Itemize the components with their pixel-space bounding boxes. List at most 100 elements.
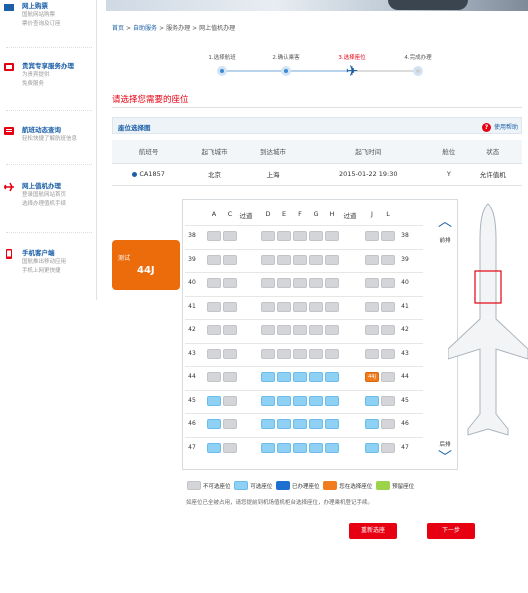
seat[interactable] bbox=[207, 442, 221, 453]
seat[interactable] bbox=[381, 301, 395, 312]
seat[interactable] bbox=[261, 278, 275, 288]
seat[interactable] bbox=[309, 372, 323, 382]
sidebar-item-buy-ticket[interactable]: 网上购票 国航网站购票 票价查询及订座 bbox=[0, 0, 96, 50]
seat[interactable] bbox=[277, 395, 291, 406]
seat[interactable] bbox=[309, 278, 323, 288]
seat[interactable] bbox=[365, 301, 379, 312]
seat[interactable] bbox=[223, 372, 237, 382]
seat[interactable] bbox=[207, 395, 221, 406]
seat[interactable] bbox=[261, 301, 275, 312]
seat[interactable] bbox=[365, 348, 379, 359]
seat[interactable] bbox=[261, 325, 275, 335]
seat[interactable] bbox=[381, 442, 395, 453]
seat[interactable] bbox=[325, 395, 339, 406]
seat[interactable] bbox=[293, 278, 307, 288]
seat[interactable] bbox=[309, 419, 323, 429]
seat[interactable] bbox=[325, 254, 339, 265]
seat[interactable] bbox=[277, 348, 291, 359]
seat[interactable] bbox=[293, 254, 307, 265]
seat[interactable] bbox=[293, 231, 307, 241]
breadcrumb-home-link[interactable]: 首页 bbox=[112, 25, 124, 32]
reset-seat-button[interactable]: 重新选座 bbox=[349, 523, 397, 539]
seat[interactable] bbox=[381, 278, 395, 288]
seat[interactable] bbox=[325, 301, 339, 312]
seat[interactable] bbox=[293, 325, 307, 335]
seat[interactable] bbox=[381, 372, 395, 382]
seat[interactable] bbox=[293, 395, 307, 406]
radio-selected[interactable] bbox=[132, 171, 138, 177]
seat[interactable] bbox=[381, 254, 395, 265]
seat[interactable] bbox=[207, 348, 221, 359]
seat[interactable] bbox=[309, 325, 323, 335]
seat[interactable] bbox=[293, 419, 307, 429]
seat[interactable] bbox=[261, 348, 275, 359]
seat[interactable] bbox=[293, 372, 307, 382]
seat[interactable] bbox=[381, 419, 395, 429]
seat[interactable] bbox=[381, 231, 395, 241]
seat[interactable] bbox=[207, 325, 221, 335]
seat[interactable] bbox=[381, 395, 395, 406]
seat[interactable] bbox=[365, 278, 379, 288]
seat[interactable] bbox=[293, 348, 307, 359]
seat[interactable] bbox=[223, 301, 237, 312]
seat[interactable] bbox=[309, 442, 323, 453]
seat[interactable] bbox=[293, 301, 307, 312]
seat[interactable] bbox=[365, 395, 379, 406]
table-row[interactable]: CA1857 北京 上海 2015-01-22 19:30 Y 允许值机 bbox=[112, 163, 522, 186]
seat[interactable] bbox=[365, 254, 379, 265]
help-link[interactable]: ? 使用帮助 bbox=[481, 122, 518, 132]
seat[interactable] bbox=[207, 254, 221, 265]
seat[interactable] bbox=[223, 442, 237, 453]
seat[interactable] bbox=[223, 231, 237, 241]
seat[interactable] bbox=[261, 395, 275, 406]
seat[interactable] bbox=[277, 372, 291, 382]
seat[interactable] bbox=[325, 231, 339, 241]
seat[interactable] bbox=[309, 254, 323, 265]
seat[interactable] bbox=[223, 419, 237, 429]
seat[interactable] bbox=[325, 325, 339, 335]
seat[interactable] bbox=[309, 231, 323, 241]
seat[interactable] bbox=[325, 442, 339, 453]
seat[interactable] bbox=[309, 301, 323, 312]
seat[interactable] bbox=[277, 325, 291, 335]
seat[interactable] bbox=[325, 372, 339, 382]
seat[interactable] bbox=[223, 348, 237, 359]
seat[interactable] bbox=[277, 254, 291, 265]
seat[interactable] bbox=[277, 301, 291, 312]
sidebar-item-online-checkin[interactable]: 网上值机办理 登录国航网站首页 选择办理值机手续 bbox=[0, 180, 96, 230]
seat[interactable] bbox=[365, 419, 379, 429]
seat[interactable] bbox=[293, 442, 307, 453]
seat[interactable]: 44J bbox=[365, 372, 379, 382]
seat[interactable] bbox=[277, 231, 291, 241]
seat[interactable] bbox=[381, 348, 395, 359]
seat[interactable] bbox=[381, 325, 395, 335]
seat[interactable] bbox=[207, 301, 221, 312]
seat[interactable] bbox=[365, 442, 379, 453]
seat[interactable] bbox=[207, 419, 221, 429]
passenger-seat-card[interactable]: 测试 44J bbox=[112, 240, 180, 290]
seat[interactable] bbox=[277, 278, 291, 288]
seat[interactable] bbox=[277, 442, 291, 453]
seat[interactable] bbox=[207, 231, 221, 241]
breadcrumb-link[interactable]: 自助服务 bbox=[133, 25, 157, 32]
seat[interactable] bbox=[261, 419, 275, 429]
seat[interactable] bbox=[223, 254, 237, 265]
seat[interactable] bbox=[309, 348, 323, 359]
seat[interactable] bbox=[261, 442, 275, 453]
seat[interactable] bbox=[365, 231, 379, 241]
seat[interactable] bbox=[261, 231, 275, 241]
sidebar-item-mobile[interactable]: 手机客户端 国航推出移动应用 手机上网更快捷 bbox=[0, 247, 96, 297]
seat[interactable] bbox=[325, 419, 339, 429]
seat[interactable] bbox=[207, 372, 221, 382]
seat[interactable] bbox=[223, 325, 237, 335]
seat[interactable] bbox=[309, 395, 323, 406]
flight-no-cell[interactable]: CA1857 bbox=[112, 163, 186, 186]
seat[interactable] bbox=[261, 372, 275, 382]
seat[interactable] bbox=[223, 395, 237, 406]
seat[interactable] bbox=[325, 278, 339, 288]
seat[interactable] bbox=[261, 254, 275, 265]
sidebar-item-vip[interactable]: 贵宾专享服务办理 为贵宾提供 免费服务 bbox=[0, 60, 96, 110]
seat[interactable] bbox=[325, 348, 339, 359]
seat[interactable] bbox=[223, 278, 237, 288]
next-button[interactable]: 下一步 bbox=[427, 523, 475, 539]
